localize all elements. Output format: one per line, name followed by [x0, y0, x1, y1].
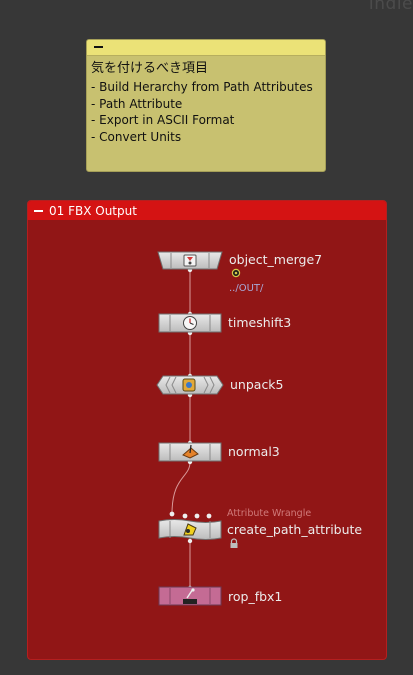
node-name-label[interactable]: normal3 — [228, 444, 280, 459]
node-name-label[interactable]: object_merge7 — [229, 252, 322, 267]
lock-icon[interactable] — [229, 538, 239, 549]
node-normal3[interactable] — [158, 442, 222, 462]
node-unpack5[interactable] — [156, 375, 224, 395]
node-name-label[interactable]: unpack5 — [230, 377, 284, 392]
node-name-label[interactable]: create_path_attribute — [227, 522, 362, 537]
display-flag-icon[interactable] — [231, 268, 241, 278]
node-name-label[interactable]: rop_fbx1 — [228, 589, 282, 604]
node-timeshift3[interactable] — [158, 313, 222, 333]
node-object-merge7[interactable] — [157, 251, 223, 271]
object-merge-icon — [183, 254, 197, 267]
node-rop-fbx1[interactable] — [158, 586, 222, 606]
timeshift-icon — [183, 316, 197, 330]
node-wires-overlay — [169, 267, 212, 591]
object-path-label: ../OUT/ — [229, 283, 264, 294]
node-name-label[interactable]: timeshift3 — [228, 315, 291, 330]
node-type-label: Attribute Wrangle — [227, 508, 312, 519]
node-create-path-attribute[interactable] — [158, 518, 222, 542]
unpack-icon — [182, 378, 196, 392]
